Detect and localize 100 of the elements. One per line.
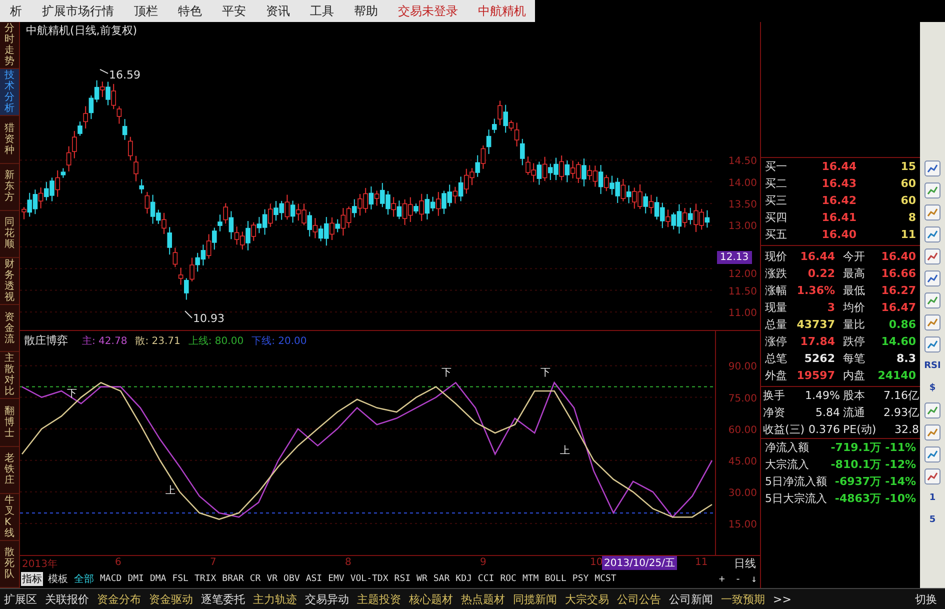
indicator-tab[interactable]: TRIX: [193, 574, 218, 584]
quote-label: 涨跌: [764, 266, 788, 282]
zoom-control[interactable]: ↓: [748, 574, 760, 584]
bottom-tab[interactable]: 一致预期: [717, 592, 769, 607]
fundamental-label: 收益(三): [762, 422, 805, 438]
quote-label: 外盘: [764, 368, 788, 384]
bottom-tab[interactable]: 公司公告: [613, 592, 665, 607]
bottom-tab[interactable]: 核心题材: [405, 592, 457, 607]
indicator-tab[interactable]: SAR: [432, 574, 451, 584]
bottom-tab[interactable]: 资金分布: [93, 592, 145, 607]
side-tab[interactable]: 翻博士: [0, 399, 19, 447]
bottom-tab[interactable]: 关联报价: [41, 592, 93, 607]
indicator-tab[interactable]: 全部: [73, 572, 95, 586]
indicator-tab[interactable]: 模板: [47, 572, 69, 586]
date-axis-label: 8: [345, 557, 352, 568]
bottom-tab[interactable]: 主力轨迹: [249, 592, 301, 607]
chart-tool-icon[interactable]: [924, 336, 941, 353]
indicator-tab[interactable]: VOL-TDX: [349, 574, 390, 584]
side-tab[interactable]: 主散对比: [0, 352, 19, 400]
indicator-tab[interactable]: MTM: [521, 574, 540, 584]
indicator-tab[interactable]: PSY: [571, 574, 590, 584]
flow-label: 5日大宗流入: [764, 491, 828, 507]
indicator-tab[interactable]: EMV: [327, 574, 346, 584]
indicator-tab[interactable]: FSL: [171, 574, 190, 584]
chart-tool-icon[interactable]: [924, 468, 941, 485]
indicator-tab[interactable]: MCST: [594, 574, 618, 584]
toolbar-button[interactable]: RSI: [924, 358, 941, 375]
zoom-control[interactable]: -: [732, 574, 744, 584]
bottom-tab[interactable]: 主题投资: [353, 592, 405, 607]
indicator-tab[interactable]: MACD: [99, 574, 123, 584]
side-tab[interactable]: 技术分析: [0, 69, 19, 116]
toolbar-button[interactable]: 1: [929, 490, 936, 507]
chart-tool-icon[interactable]: [924, 402, 941, 419]
axis-label: 11.50: [728, 286, 757, 298]
indicator-tab[interactable]: 指标: [21, 572, 43, 586]
date-cursor-label: 2013/10/25/五: [602, 556, 678, 570]
chart-tool-icon[interactable]: [924, 160, 941, 177]
indicator-tab[interactable]: CR: [248, 574, 262, 584]
indicator-tab[interactable]: BOLL: [544, 574, 568, 584]
zoom-control[interactable]: +: [716, 574, 728, 584]
side-tab[interactable]: 同花顺: [0, 210, 19, 258]
bid-price: 16.42: [820, 193, 858, 209]
chart-tool-icon[interactable]: [924, 182, 941, 199]
menu-item[interactable]: 顶栏: [124, 2, 168, 20]
chart-tool-icon[interactable]: [924, 248, 941, 265]
menu-item[interactable]: 特色: [168, 2, 212, 20]
menu-item[interactable]: 资讯: [256, 2, 300, 20]
menu-item[interactable]: 帮助: [344, 2, 388, 20]
flow-amount: -719.1万: [830, 440, 882, 456]
menu-item[interactable]: 工具: [300, 2, 344, 20]
toolbar-button[interactable]: $: [929, 380, 936, 397]
side-tab[interactable]: 老铁庄: [0, 446, 19, 494]
bottom-tab[interactable]: 热点题材: [457, 592, 509, 607]
bid-price: 16.40: [820, 227, 858, 243]
period-label[interactable]: 日线: [734, 556, 756, 571]
indicator-tab[interactable]: ROC: [499, 574, 518, 584]
side-tab[interactable]: 新东方: [0, 164, 19, 211]
chart-tool-icon[interactable]: [924, 446, 941, 463]
bottom-tab[interactable]: 公司新闻: [665, 592, 717, 607]
indicator-tab[interactable]: OBV: [282, 574, 301, 584]
bottom-tab[interactable]: 逐笔委托: [197, 592, 249, 607]
bottom-tab[interactable]: 交易异动: [301, 592, 353, 607]
indicator-tab[interactable]: ASI: [304, 574, 324, 584]
side-tab[interactable]: 猎资种: [0, 116, 19, 164]
indicator-tab[interactable]: VR: [266, 574, 279, 584]
toolbar-button[interactable]: 5: [929, 512, 936, 529]
side-tab[interactable]: 资金流: [0, 305, 19, 352]
chart-tool-icon[interactable]: [924, 204, 941, 221]
chart-tool-icon[interactable]: [924, 424, 941, 441]
menu-item[interactable]: 扩展市场行情: [32, 2, 124, 20]
bottom-tab[interactable]: >>: [769, 593, 796, 606]
indicator-tab[interactable]: RSI: [393, 574, 412, 584]
switch-button[interactable]: 切换: [907, 592, 945, 607]
fundamental-label: 股本: [842, 388, 866, 404]
side-tab[interactable]: 牛叉K线: [0, 494, 19, 541]
bottom-tab[interactable]: 同揽新闻: [509, 592, 561, 607]
axis-label: 45.00: [728, 456, 757, 468]
flow-percent: -14%: [885, 474, 917, 490]
indicator-tab[interactable]: WR: [416, 574, 428, 584]
quote-label: 涨停: [764, 334, 788, 350]
chart-tool-icon[interactable]: [924, 314, 941, 331]
bottom-tab[interactable]: 资金驱动: [145, 592, 197, 607]
indicator-tab[interactable]: DMA: [148, 574, 168, 584]
bottom-tab[interactable]: 扩展区: [0, 592, 41, 607]
indicator-tab[interactable]: CCI: [476, 574, 496, 584]
bid-price: 16.44: [820, 159, 858, 175]
axis-label: 75.00: [728, 393, 757, 404]
chart-tool-icon[interactable]: [924, 292, 941, 309]
menu-item[interactable]: 平安: [212, 2, 256, 20]
menu-item[interactable]: 析: [0, 2, 32, 20]
bottom-tab[interactable]: 大宗交易: [561, 592, 613, 607]
indicator-tab[interactable]: KDJ: [454, 574, 473, 584]
flow-amount: -810.1万: [830, 457, 882, 473]
indicator-tab[interactable]: BRAR: [221, 574, 245, 584]
chart-tool-icon[interactable]: [924, 270, 941, 287]
bid-volume: 60: [900, 176, 917, 192]
axis-label: 13.00: [728, 221, 757, 232]
chart-tool-icon[interactable]: [924, 226, 941, 243]
side-tab[interactable]: 财务透视: [0, 258, 19, 306]
indicator-tab[interactable]: DMI: [126, 574, 145, 584]
